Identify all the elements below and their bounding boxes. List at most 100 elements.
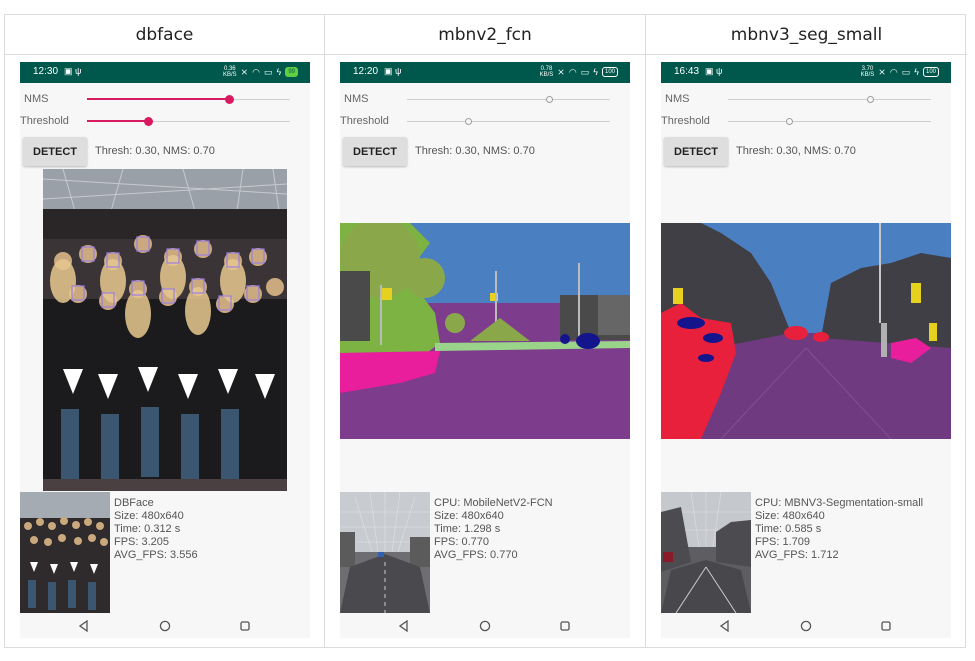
thresh-nms-readout: Thresh: 0.30, NMS: 0.70 (736, 145, 856, 157)
home-icon[interactable] (159, 620, 171, 632)
thresh-nms-readout: Thresh: 0.30, NMS: 0.70 (415, 145, 535, 157)
result-image (43, 169, 287, 491)
info-model: DBFace (114, 497, 154, 509)
comparison-table: dbface 12:30 ▣ ψ 0.36 KB/S ⨯ ◠ ▭ ϟ 99 NMS (4, 14, 967, 648)
column-mbnv3-seg-small: mbnv3_seg_small 16:43 ▣ ψ 3.70 KB/S ⨯ ◠ ▭… (646, 15, 967, 647)
threshold-slider[interactable] (728, 117, 931, 127)
charging-icon: ϟ (276, 67, 282, 77)
info-time: Time: 0.312 s (114, 523, 181, 535)
slider-thumb[interactable] (143, 117, 153, 126)
home-icon[interactable] (479, 620, 491, 632)
slider-track (728, 99, 931, 100)
detect-button[interactable]: DETECT (23, 137, 87, 166)
threshold-label: Threshold (661, 115, 710, 127)
thresh-nms-readout: Thresh: 0.30, NMS: 0.70 (95, 145, 215, 157)
nms-slider[interactable] (407, 95, 610, 105)
back-icon[interactable] (398, 620, 410, 632)
status-bar: 12:30 ▣ ψ 0.36 KB/S ⨯ ◠ ▭ ϟ 99 (20, 62, 310, 83)
status-icons: 3.70 KB/S ⨯ ◠ ▭ ϟ 100 (861, 66, 939, 78)
net-speed: 0.36 KB/S (222, 66, 237, 78)
detect-button[interactable]: DETECT (343, 137, 407, 166)
segmentation-result (661, 223, 951, 439)
battery-icon: 100 (922, 67, 939, 77)
column-header: dbface (5, 15, 324, 55)
slider-track (407, 99, 610, 100)
input-thumbnail (20, 492, 110, 613)
info-size: Size: 480x640 (434, 510, 504, 522)
status-time: 12:20 (353, 66, 379, 77)
slider-thumb[interactable] (546, 96, 554, 103)
segmentation-result (340, 223, 630, 439)
phone-screen: 16:43 ▣ ψ 3.70 KB/S ⨯ ◠ ▭ ϟ 100 NMS Thres… (661, 62, 951, 638)
screen-icon: ▭ (901, 66, 911, 77)
nms-slider[interactable] (87, 95, 290, 105)
threshold-slider[interactable] (87, 117, 290, 127)
phone-screen: 12:30 ▣ ψ 0.36 KB/S ⨯ ◠ ▭ ϟ 99 NMS Thresh… (20, 62, 310, 638)
back-icon[interactable] (78, 620, 90, 632)
status-bar: 12:20 ▣ ψ 0.78 KB/S ⨯ ◠ ▭ ϟ 100 (340, 62, 630, 83)
charging-icon: ϟ (914, 67, 919, 77)
info-time: Time: 1.298 s (434, 523, 501, 535)
screen-icon: ▭ (580, 66, 590, 77)
column-header: mbnv2_fcn (325, 15, 645, 55)
recents-icon[interactable] (559, 620, 571, 632)
slider-thumb[interactable] (785, 118, 793, 125)
net-speed: 0.78 KB/S (539, 66, 554, 78)
recents-icon[interactable] (239, 620, 251, 632)
wifi-icon: ◠ (252, 66, 261, 77)
back-icon[interactable] (719, 620, 731, 632)
info-model: CPU: MobileNetV2-FCN (434, 497, 553, 509)
signal-off-icon: ⨯ (878, 66, 886, 77)
info-time: Time: 0.585 s (755, 523, 822, 535)
wifi-icon: ◠ (889, 66, 898, 77)
input-thumbnail (340, 492, 430, 613)
notification-icons: ▣ ψ (705, 66, 723, 76)
slider-fill (87, 98, 230, 100)
signal-off-icon: ⨯ (240, 66, 249, 77)
info-size: Size: 480x640 (755, 510, 825, 522)
input-thumbnail (661, 492, 751, 613)
info-avg-fps: AVG_FPS: 0.770 (434, 549, 518, 561)
result-info: CPU: MobileNetV2-FCN Size: 480x640 Time:… (434, 497, 553, 562)
slider-fill (87, 120, 148, 122)
battery-icon: 100 (601, 67, 618, 77)
status-icons: 0.78 KB/S ⨯ ◠ ▭ ϟ 100 (540, 66, 618, 78)
status-bar: 16:43 ▣ ψ 3.70 KB/S ⨯ ◠ ▭ ϟ 100 (661, 62, 951, 83)
threshold-label: Threshold (340, 115, 389, 127)
notification-icons: ▣ ψ (64, 66, 82, 76)
charging-icon: ϟ (593, 67, 598, 77)
nms-label: NMS (344, 93, 369, 105)
home-icon[interactable] (800, 620, 812, 632)
status-icons: 0.36 KB/S ⨯ ◠ ▭ ϟ 99 (223, 66, 298, 78)
nms-label: NMS (665, 93, 690, 105)
column-dbface: dbface 12:30 ▣ ψ 0.36 KB/S ⨯ ◠ ▭ ϟ 99 NMS (5, 15, 325, 647)
threshold-slider[interactable] (407, 117, 610, 127)
info-avg-fps: AVG_FPS: 1.712 (755, 549, 839, 561)
result-info: CPU: MBNV3-Segmentation-small Size: 480x… (755, 497, 923, 562)
notification-icons: ▣ ψ (384, 66, 402, 76)
battery-icon: 99 (285, 67, 298, 77)
phone-screen: 12:20 ▣ ψ 0.78 KB/S ⨯ ◠ ▭ ϟ 100 NMS Thres… (340, 62, 630, 638)
nms-slider[interactable] (728, 95, 931, 105)
slider-track (407, 121, 610, 122)
recents-icon[interactable] (880, 620, 892, 632)
nav-bar (661, 613, 951, 638)
slider-thumb[interactable] (225, 95, 235, 104)
slider-track (728, 121, 931, 122)
status-time: 12:30 (33, 66, 59, 77)
net-speed: 3.70 KB/S (860, 66, 875, 78)
status-time: 16:43 (674, 66, 700, 77)
threshold-label: Threshold (20, 115, 69, 127)
column-mbnv2-fcn: mbnv2_fcn 12:20 ▣ ψ 0.78 KB/S ⨯ ◠ ▭ ϟ 100… (325, 15, 646, 647)
column-header: mbnv3_seg_small (646, 15, 967, 55)
slider-thumb[interactable] (464, 118, 472, 125)
detect-button[interactable]: DETECT (664, 137, 728, 166)
screen-icon: ▭ (264, 66, 273, 77)
nav-bar (340, 613, 630, 638)
slider-thumb[interactable] (867, 96, 875, 103)
info-size: Size: 480x640 (114, 510, 184, 522)
info-fps: FPS: 3.205 (114, 536, 170, 548)
info-avg-fps: AVG_FPS: 3.556 (114, 549, 198, 561)
wifi-icon: ◠ (568, 66, 577, 77)
info-fps: FPS: 1.709 (755, 536, 811, 548)
